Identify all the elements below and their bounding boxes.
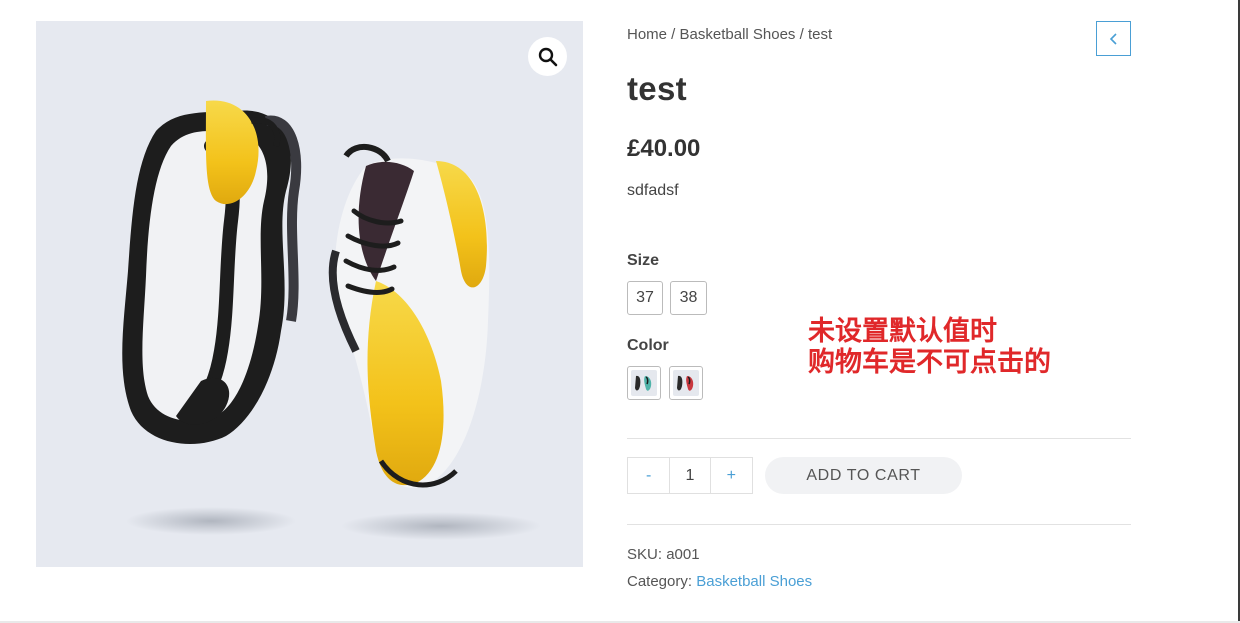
quantity-input[interactable]: 1 xyxy=(669,458,711,493)
add-to-cart-button[interactable]: ADD TO CART xyxy=(765,457,962,494)
product-short-description: sdfadsf xyxy=(627,182,679,199)
breadcrumb-separator: / xyxy=(795,26,808,43)
sku-row: SKU: a001 xyxy=(627,546,700,563)
breadcrumb-category[interactable]: Basketball Shoes xyxy=(680,26,796,43)
breadcrumb-separator: / xyxy=(667,26,680,43)
color-option-2[interactable] xyxy=(669,366,703,400)
shadow-right xyxy=(341,512,541,540)
sku-label: SKU: xyxy=(627,546,663,563)
annotation-line-1: 未设置默认值时 xyxy=(808,316,997,347)
right-shoe xyxy=(328,144,490,488)
size-option-38[interactable]: 38 xyxy=(670,281,707,315)
color-option-1[interactable] xyxy=(627,366,661,400)
category-label: Category: xyxy=(627,573,693,590)
annotation-line-2: 购物车是不可点击的 xyxy=(808,347,1051,378)
category-row: Category: Basketball Shoes xyxy=(627,573,812,590)
quantity-increase-button[interactable]: + xyxy=(711,458,752,493)
sku-value: a001 xyxy=(666,546,700,563)
quantity-stepper: - 1 + xyxy=(627,457,753,494)
breadcrumb: Home / Basketball Shoes / test xyxy=(627,26,832,43)
magnifier-icon xyxy=(538,47,557,66)
quantity-decrease-button[interactable]: - xyxy=(628,458,669,493)
left-shoe xyxy=(122,100,302,444)
zoom-button[interactable] xyxy=(528,37,567,76)
shoe-thumbnail-icon xyxy=(635,375,652,391)
product-title: test xyxy=(627,70,687,107)
color-thumbnail xyxy=(673,370,699,396)
size-option-37[interactable]: 37 xyxy=(627,281,663,315)
shoe-thumbnail-icon xyxy=(677,375,694,391)
product-price: £40.00 xyxy=(627,135,701,162)
chevron-left-icon xyxy=(1109,32,1117,45)
annotation-note: 未设置默认值时 购物车是不可点击的 xyxy=(808,316,1051,378)
breadcrumb-current: test xyxy=(807,26,833,43)
product-image[interactable] xyxy=(36,21,583,567)
divider xyxy=(627,524,1131,525)
divider xyxy=(627,438,1131,439)
category-link[interactable]: Basketball Shoes xyxy=(696,573,812,590)
color-thumbnail xyxy=(631,370,657,396)
size-label: Size xyxy=(627,252,660,269)
back-button[interactable] xyxy=(1096,21,1131,56)
shadow-left xyxy=(126,507,296,535)
product-page: Home / Basketball Shoes / test test £40.… xyxy=(0,0,1240,623)
breadcrumb-home[interactable]: Home xyxy=(627,26,667,43)
color-label: Color xyxy=(627,337,669,354)
shoe-illustration xyxy=(122,100,541,540)
